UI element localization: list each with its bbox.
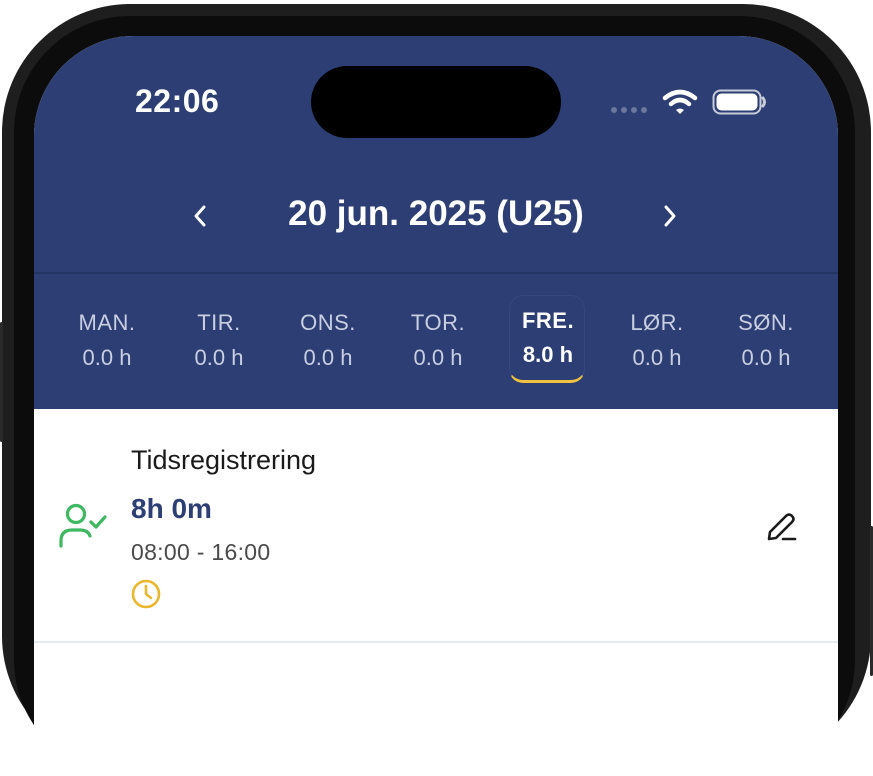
day-hours: 0.0 h <box>82 345 132 370</box>
day-tab-tuesday[interactable]: TIR. 0.0 h <box>171 294 267 386</box>
day-tab-sunday[interactable]: SØN. 0.0 h <box>718 294 814 386</box>
entry-title: Tidsregistrering <box>131 445 317 475</box>
entry-divider <box>34 641 838 643</box>
entry-time-range: 08:00 - 16:00 <box>131 539 271 565</box>
signal-dots-icon <box>611 107 651 115</box>
day-tab-monday[interactable]: MAN. 0.0 h <box>59 294 155 386</box>
day-hours: 0.0 h <box>413 345 463 370</box>
clock-icon <box>131 579 161 609</box>
day-hours: 0.0 h <box>741 345 791 370</box>
header-divider <box>34 272 838 274</box>
app-header: 22:06 20 jun. 2025 (U25) MAN. 0.0 h TIR.… <box>34 36 838 409</box>
date-title: 20 jun. 2025 (U25) <box>288 194 584 233</box>
status-time: 22:06 <box>135 83 220 119</box>
date-navigation: 20 jun. 2025 (U25) <box>34 186 838 246</box>
week-selector: MAN. 0.0 h TIR. 0.0 h ONS. 0.0 h TOR. 0.… <box>34 294 838 394</box>
day-label: FRE. <box>521 308 575 333</box>
day-hours: 0.0 h <box>194 345 244 370</box>
day-label: SØN. <box>738 310 794 335</box>
entry-duration: 8h 0m <box>131 493 212 524</box>
day-label: TIR. <box>197 310 241 335</box>
day-tab-friday[interactable]: FRE. 8.0 h <box>500 294 596 386</box>
day-label: TOR. <box>410 310 466 335</box>
entries-list: Tidsregistrering 8h 0m 08:00 - 16:00 <box>34 409 838 776</box>
next-day-button[interactable] <box>650 196 690 236</box>
side-button-left <box>0 322 3 442</box>
day-label: LØR. <box>630 310 684 335</box>
user-check-icon <box>59 503 107 548</box>
day-tab-wednesday[interactable]: ONS. 0.0 h <box>280 294 376 386</box>
wifi-icon <box>662 89 698 114</box>
day-hours: 0.0 h <box>632 345 682 370</box>
dynamic-island <box>311 66 561 138</box>
day-hours: 8.0 h <box>522 342 574 367</box>
day-label: MAN. <box>78 310 136 335</box>
day-tab-saturday[interactable]: LØR. 0.0 h <box>609 294 705 386</box>
list-item[interactable]: Tidsregistrering 8h 0m 08:00 - 16:00 <box>34 409 838 641</box>
app-screen: 22:06 20 jun. 2025 (U25) MAN. 0.0 h TIR.… <box>34 36 838 776</box>
day-hours: 0.0 h <box>303 345 353 370</box>
day-tab-thursday[interactable]: TOR. 0.0 h <box>390 294 486 386</box>
status-bar: 22:06 <box>34 36 838 156</box>
chevron-right-icon <box>664 205 676 227</box>
edit-pencil-icon[interactable] <box>764 510 798 544</box>
battery-icon <box>712 89 766 115</box>
day-label: ONS. <box>300 310 356 335</box>
